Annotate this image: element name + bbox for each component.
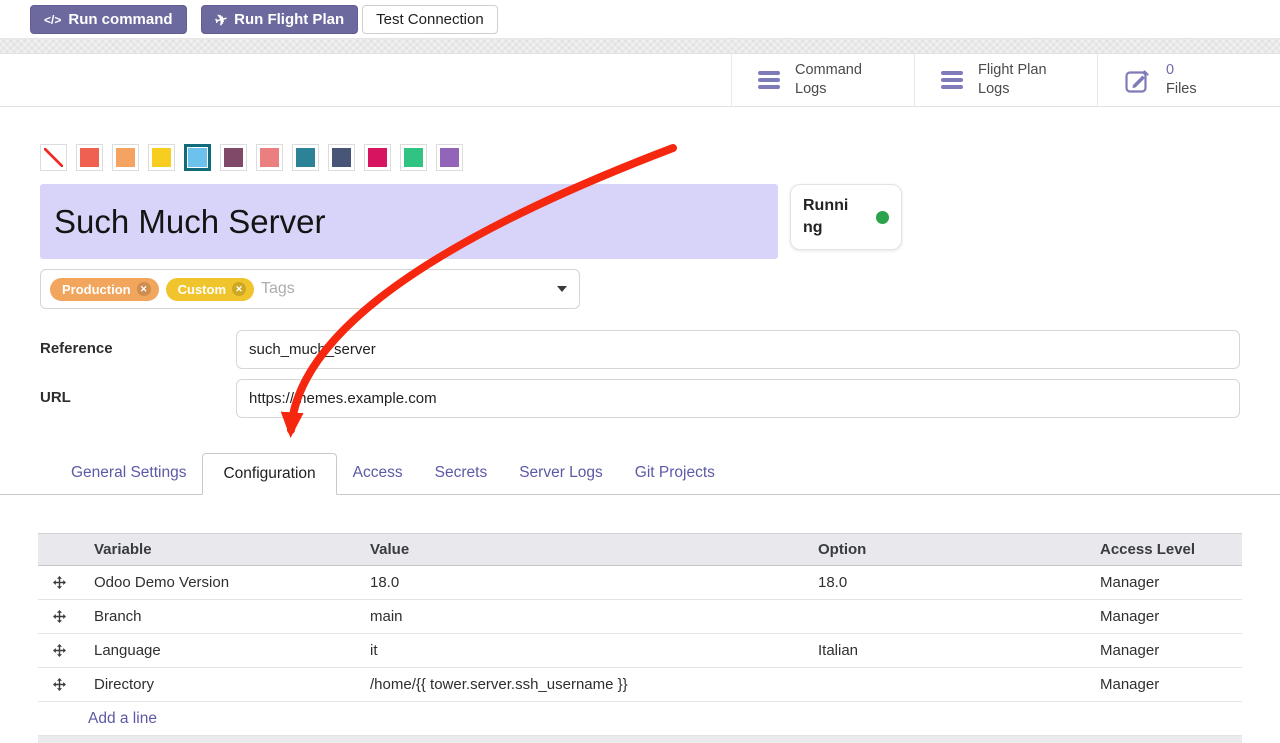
color-swatch-10[interactable] — [400, 144, 427, 171]
run-flight-plan-label: Run Flight Plan — [234, 11, 344, 28]
color-swatch-8[interactable] — [328, 144, 355, 171]
status-label: Running — [803, 195, 857, 238]
no-color-icon — [44, 148, 63, 167]
record-title-field[interactable]: Such Much Server — [40, 184, 778, 259]
drag-handle-icon[interactable] — [38, 678, 80, 691]
cell-option[interactable]: 18.0 — [818, 574, 1100, 591]
table-row[interactable]: Language it Italian Manager — [38, 634, 1242, 668]
tag-production-label: Production — [62, 282, 131, 297]
tag-custom[interactable]: Custom ✕ — [166, 278, 254, 301]
tab-secrets[interactable]: Secrets — [419, 453, 504, 495]
url-input[interactable] — [236, 379, 1240, 418]
table-row[interactable]: Odoo Demo Version 18.0 18.0 Manager — [38, 566, 1242, 600]
plane-icon: ✈ — [212, 9, 229, 30]
cell-access-level[interactable]: Manager — [1100, 574, 1242, 591]
flight-plan-logs-button[interactable]: Flight Plan Logs — [914, 54, 1097, 106]
run-flight-plan-button[interactable]: ✈ Run Flight Plan — [201, 5, 359, 34]
drag-handle-icon[interactable] — [38, 610, 80, 623]
url-label: URL — [40, 379, 236, 418]
tags-placeholder: Tags — [261, 280, 295, 298]
color-swatch-9[interactable] — [364, 144, 391, 171]
reference-label: Reference — [40, 330, 236, 369]
cell-option[interactable]: Italian — [818, 642, 1100, 659]
status-card[interactable]: Running — [790, 184, 902, 250]
tag-production[interactable]: Production ✕ — [50, 278, 159, 301]
cell-value[interactable]: main — [370, 608, 818, 625]
add-a-line-link[interactable]: Add a line — [88, 710, 157, 728]
tab-access[interactable]: Access — [337, 453, 419, 495]
column-header-variable[interactable]: Variable — [80, 541, 370, 558]
drag-handle-icon[interactable] — [38, 644, 80, 657]
tab-git-projects[interactable]: Git Projects — [619, 453, 731, 495]
edit-file-icon — [1124, 67, 1151, 94]
color-swatch-4-selected[interactable] — [184, 144, 211, 171]
table-row[interactable]: Branch main Manager — [38, 600, 1242, 634]
cell-variable[interactable]: Odoo Demo Version — [80, 574, 370, 591]
tag-custom-remove-icon[interactable]: ✕ — [232, 282, 246, 296]
column-header-value[interactable]: Value — [370, 541, 818, 558]
column-header-access-level[interactable]: Access Level — [1100, 541, 1242, 558]
list-icon — [941, 71, 963, 89]
notebook-tabs: General Settings Configuration Access Se… — [0, 453, 1280, 495]
command-logs-label: Command Logs — [795, 61, 879, 99]
tag-production-remove-icon[interactable]: ✕ — [137, 282, 151, 296]
cell-access-level[interactable]: Manager — [1100, 642, 1242, 659]
files-button[interactable]: 0 Files — [1097, 54, 1280, 106]
cell-access-level[interactable]: Manager — [1100, 608, 1242, 625]
action-toolbar: </> Run command ✈ Run Flight Plan Test Con… — [0, 0, 1280, 38]
stat-button-row: Command Logs Flight Plan Logs 0 Files — [0, 54, 1280, 107]
tab-configuration[interactable]: Configuration — [202, 453, 336, 495]
tags-field[interactable]: Production ✕ Custom ✕ Tags — [40, 269, 580, 309]
run-command-label: Run command — [68, 11, 172, 28]
color-swatch-5[interactable] — [220, 144, 247, 171]
files-count: 0 — [1166, 61, 1250, 80]
color-swatch-2[interactable] — [112, 144, 139, 171]
color-swatch-6[interactable] — [256, 144, 283, 171]
chevron-down-icon[interactable] — [557, 286, 567, 292]
cell-value[interactable]: /home/{{ tower.server.ssh_username }} — [370, 676, 818, 693]
column-header-option[interactable]: Option — [818, 541, 1100, 558]
flight-plan-logs-label: Flight Plan Logs — [978, 61, 1062, 99]
table-row[interactable]: Directory /home/{{ tower.server.ssh_user… — [38, 668, 1242, 702]
files-label: Files — [1166, 80, 1250, 99]
tag-custom-label: Custom — [178, 282, 226, 297]
color-palette — [40, 144, 1280, 171]
cell-access-level[interactable]: Manager — [1100, 676, 1242, 693]
cell-variable[interactable]: Branch — [80, 608, 370, 625]
color-swatch-none[interactable] — [40, 144, 67, 171]
cell-value[interactable]: 18.0 — [370, 574, 818, 591]
cell-value[interactable]: it — [370, 642, 818, 659]
divider-band — [0, 38, 1280, 54]
drag-handle-icon[interactable] — [38, 576, 80, 589]
color-swatch-3[interactable] — [148, 144, 175, 171]
tab-general-settings[interactable]: General Settings — [55, 453, 202, 495]
reference-input[interactable] — [236, 330, 1240, 369]
color-swatch-7[interactable] — [292, 144, 319, 171]
run-command-button[interactable]: </> Run command — [30, 5, 187, 34]
test-connection-label: Test Connection — [376, 11, 484, 28]
cell-variable[interactable]: Language — [80, 642, 370, 659]
command-logs-button[interactable]: Command Logs — [731, 54, 914, 106]
test-connection-button[interactable]: Test Connection — [362, 5, 498, 34]
tab-server-logs[interactable]: Server Logs — [503, 453, 619, 495]
list-icon — [758, 71, 780, 89]
cell-variable[interactable]: Directory — [80, 676, 370, 693]
record-title: Such Much Server — [54, 203, 325, 241]
status-dot-icon — [876, 211, 889, 224]
color-swatch-11[interactable] — [436, 144, 463, 171]
table-header: Variable Value Option Access Level — [38, 533, 1242, 566]
configuration-table: Variable Value Option Access Level Odoo … — [38, 533, 1242, 743]
color-swatch-1[interactable] — [76, 144, 103, 171]
code-icon: </> — [44, 13, 61, 27]
